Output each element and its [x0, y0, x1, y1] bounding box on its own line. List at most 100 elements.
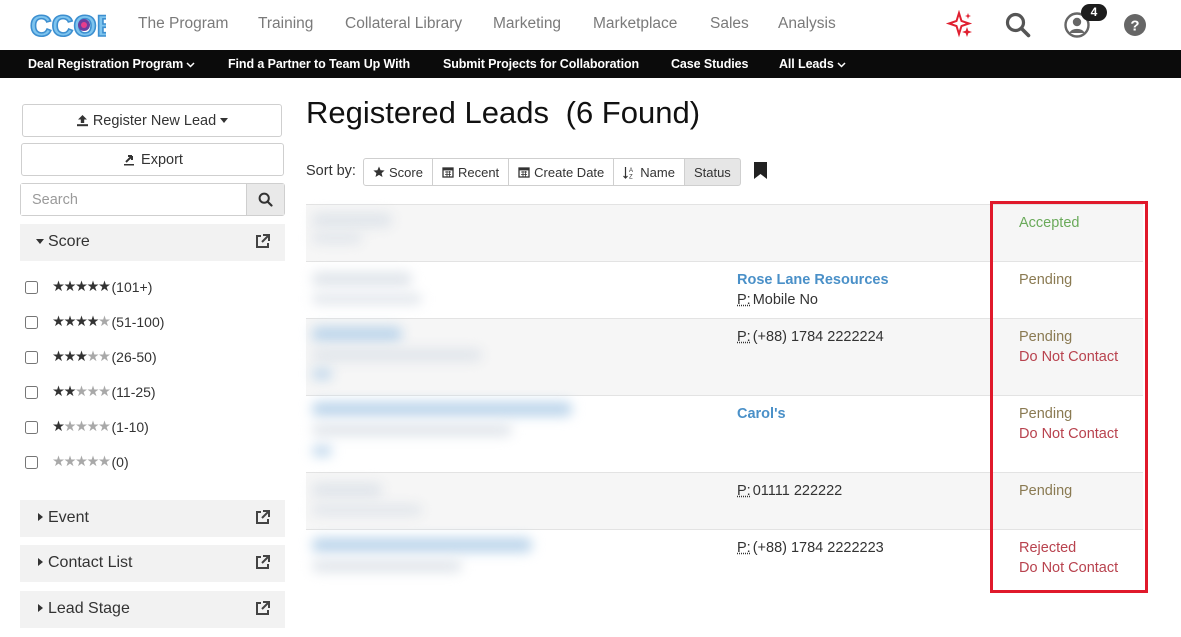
lead-row[interactable]: P: (+88) 1784 2222223 Rejected Do Not Conta…	[306, 529, 1143, 599]
export-icon	[124, 155, 135, 166]
lead-company-link[interactable]: Carol's	[737, 406, 786, 422]
score-checkbox[interactable]	[25, 280, 38, 294]
lead-status: Accepted	[1019, 215, 1080, 231]
search-icon[interactable]	[1003, 10, 1033, 40]
lead-row[interactable]: P: 01111 222222 Pending	[306, 472, 1143, 529]
score-checkbox[interactable]	[25, 315, 38, 329]
facet-event-header[interactable]: Event	[20, 500, 285, 537]
help-icon[interactable]: ?	[1121, 11, 1149, 39]
top-navbar: CCOE The Program Training Collateral Lib…	[0, 0, 1181, 50]
export-button[interactable]: Export	[21, 143, 284, 176]
svg-text:A: A	[629, 168, 633, 174]
facet-event-label: Event	[48, 509, 89, 526]
phone-number: Mobile No	[752, 292, 818, 308]
score-range-label: (1-10)	[111, 419, 149, 435]
lead-row[interactable]: P: (+88) 1784 2222224 Pending Do Not Contac…	[306, 318, 1143, 395]
lead-row[interactable]: Carol's Pending Do Not Contact	[306, 395, 1143, 472]
score-range-label: (11-25)	[111, 384, 156, 400]
facet-score-header[interactable]: Score	[20, 224, 285, 261]
lead-status: Rejected	[1019, 540, 1077, 556]
phone-number: (+88) 1784 2222224	[752, 329, 884, 345]
sort-status-label: Status	[693, 164, 731, 180]
score-filter-option[interactable]: ★★★★★ (51-100)	[24, 313, 164, 331]
sort-button-group: Score Recent Create Date AZ Name Status	[363, 158, 741, 186]
sort-score-button[interactable]: Score	[363, 158, 433, 186]
lead-company-link[interactable]: Rose Lane Resources	[737, 272, 889, 288]
star-rating-icon: ★★★★★	[52, 279, 111, 295]
notification-badge[interactable]: 4	[1081, 4, 1107, 21]
nav-marketplace[interactable]: Marketplace	[593, 15, 677, 33]
subnav-submit-projects[interactable]: Submit Projects for Collaboration	[443, 57, 639, 71]
sort-create-date-button[interactable]: Create Date	[508, 158, 615, 186]
score-checkbox[interactable]	[25, 455, 38, 469]
chevron-down-icon	[837, 62, 846, 68]
sort-name-button[interactable]: AZ Name	[613, 158, 685, 186]
phone-prefix: P:	[737, 483, 751, 499]
results-count: (6 Found)	[565, 95, 701, 130]
facet-lead-stage-label: Lead Stage	[48, 600, 130, 617]
nav-sales[interactable]: Sales	[710, 15, 749, 33]
nav-the-program[interactable]: The Program	[138, 15, 228, 33]
register-new-lead-button[interactable]: Register New Lead	[22, 104, 282, 137]
redacted-lead-info	[312, 560, 462, 572]
subnav-all-leads[interactable]: All Leads	[779, 57, 846, 71]
svg-text:CCOE: CCOE	[30, 10, 106, 43]
star-rating-icon: ★★★★★	[52, 419, 111, 435]
external-link-icon[interactable]	[254, 233, 271, 250]
star-rating-icon: ★★★★★	[52, 314, 111, 330]
score-filter-option[interactable]: ★★★★★ (1-10)	[24, 418, 149, 436]
ai-sparkle-icon[interactable]	[945, 10, 975, 40]
score-range-label: (51-100)	[111, 314, 165, 330]
sort-status-button[interactable]: Status	[683, 158, 741, 186]
sort-label: Sort by:	[306, 163, 356, 179]
sort-recent-button[interactable]: Recent	[431, 158, 510, 186]
search-input[interactable]	[21, 184, 246, 215]
facet-contact-list-header[interactable]: Contact List	[20, 545, 285, 582]
lead-row[interactable]: Accepted	[306, 204, 1143, 261]
score-range-label: (26-50)	[111, 349, 157, 365]
ccoe-logo[interactable]: CCOE	[28, 6, 106, 44]
nav-analysis[interactable]: Analysis	[778, 15, 836, 33]
redacted-lead-info	[312, 327, 402, 341]
sort-recent-label: Recent	[457, 164, 500, 180]
chevron-down-icon	[186, 62, 195, 68]
score-checkbox[interactable]	[25, 385, 38, 399]
redacted-lead-info	[312, 233, 362, 243]
score-filter-option[interactable]: ★★★★★ (26-50)	[24, 348, 157, 366]
external-link-icon[interactable]	[254, 600, 271, 617]
score-filter-option[interactable]: ★★★★★ (11-25)	[24, 383, 156, 401]
score-range-label: (0)	[111, 454, 129, 470]
lead-status: Do Not Contact	[1019, 426, 1119, 442]
external-link-icon[interactable]	[254, 554, 271, 571]
caret-down-icon	[220, 118, 229, 123]
svg-text:?: ?	[1130, 18, 1139, 35]
score-filter-option[interactable]: ★★★★★ (101+)	[24, 278, 152, 296]
subnav-deal-registration[interactable]: Deal Registration Program	[28, 57, 195, 71]
search-icon	[258, 192, 273, 207]
subnav-find-partner[interactable]: Find a Partner to Team Up With	[228, 57, 410, 71]
score-filter-option[interactable]: ★★★★★ (0)	[24, 453, 129, 471]
external-link-icon[interactable]	[254, 509, 271, 526]
lead-phone: P: (+88) 1784 2222224	[737, 329, 884, 345]
lead-row[interactable]: Rose Lane Resources P: Mobile No Pending	[306, 261, 1143, 318]
redacted-lead-info	[312, 538, 532, 552]
lead-phone: P: 01111 222222	[737, 483, 842, 499]
score-checkbox[interactable]	[25, 420, 38, 434]
calendar-icon	[518, 167, 530, 178]
nav-marketing[interactable]: Marketing	[493, 15, 561, 33]
nav-training[interactable]: Training	[258, 15, 313, 33]
subnav-case-studies[interactable]: Case Studies	[671, 57, 748, 71]
phone-prefix: P:	[737, 329, 751, 345]
caret-down-icon	[36, 239, 44, 244]
bookmark-icon[interactable]	[753, 161, 768, 180]
sort-alpha-icon: AZ	[623, 166, 633, 179]
upload-icon	[76, 115, 88, 127]
lead-phone: P: Mobile No	[737, 292, 818, 308]
star-rating-icon: ★★★★★	[52, 454, 111, 470]
nav-collateral-library[interactable]: Collateral Library	[345, 15, 462, 33]
score-checkbox[interactable]	[25, 350, 38, 364]
redacted-lead-info	[312, 369, 332, 379]
search-button[interactable]	[246, 184, 284, 215]
lead-status: Pending	[1019, 329, 1073, 345]
facet-lead-stage-header[interactable]: Lead Stage	[20, 591, 285, 628]
